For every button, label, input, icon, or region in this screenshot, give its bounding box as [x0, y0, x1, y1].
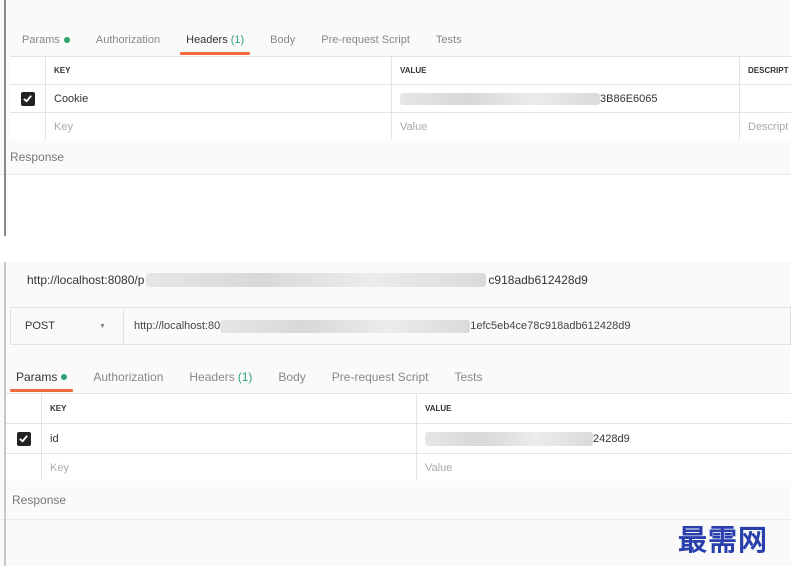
redacted-url-blur — [146, 273, 487, 287]
top-request-panel: Params Authorization Headers (1) Body Pr… — [0, 0, 791, 175]
tab-authorization[interactable]: Authorization — [93, 362, 163, 392]
key-input[interactable]: Key — [46, 113, 392, 140]
redacted-value-blur — [425, 431, 593, 446]
table-row: Cookie 3B86E6065 — [10, 85, 791, 113]
left-border-line — [4, 0, 6, 236]
tab-params[interactable]: Params — [22, 25, 70, 55]
column-header-description: DESCRIPT — [748, 66, 789, 75]
response-label: Response — [10, 150, 65, 164]
tab-pre-request-script[interactable]: Pre-request Script — [332, 362, 429, 392]
tab-label: Tests — [454, 370, 483, 384]
row-checkbox-cell — [6, 424, 42, 453]
tab-label: Pre-request Script — [321, 34, 410, 46]
left-border-line — [4, 262, 6, 566]
column-header-value: VALUE — [425, 404, 452, 413]
description-field[interactable] — [740, 85, 791, 112]
top-tabs: Params Authorization Headers (1) Body Pr… — [0, 25, 791, 55]
headers-count: (1) — [237, 370, 253, 384]
tab-label: Pre-request Script — [331, 370, 429, 384]
bottom-request-panel: http://localhost:8080/p c918adb612428d9 … — [0, 262, 791, 566]
key-field[interactable]: Cookie — [46, 85, 392, 112]
checkmark-icon — [23, 95, 32, 103]
value-visible-text: 2428d9 — [593, 432, 630, 445]
checkbox-column-header — [10, 57, 46, 84]
table-row: id 2428d9 — [6, 424, 791, 454]
response-section-header[interactable]: Response — [0, 140, 791, 175]
column-header-value: VALUE — [392, 57, 740, 84]
value-input[interactable]: Value — [392, 113, 740, 140]
tab-label: Params — [22, 34, 60, 46]
row-checkbox[interactable] — [20, 91, 35, 106]
tab-params[interactable]: Params — [9, 362, 74, 392]
url-title-left: http://localhost:8080/p — [27, 273, 145, 287]
tab-tests[interactable]: Tests — [436, 25, 462, 55]
request-bar: POST ▼ http://localhost:80 1efc5eb4ce78c… — [10, 307, 791, 345]
tab-authorization[interactable]: Authorization — [96, 25, 160, 55]
column-header-key: KEY — [42, 394, 417, 423]
column-header-key: KEY — [46, 57, 392, 84]
tab-label: Tests — [435, 34, 462, 46]
headers-table: KEY VALUE DESCRIPT Cookie 3B86E6065 Key … — [10, 56, 791, 141]
tab-headers[interactable]: Headers (1) — [189, 362, 252, 392]
watermark-logo: 最需网 — [678, 523, 769, 557]
row-checkbox-cell — [6, 454, 42, 481]
value-field[interactable]: 3B86E6065 — [392, 85, 740, 112]
params-table: KEY VALUE id 2428d9 Key Value — [6, 393, 791, 482]
table-row-empty: Key Value — [6, 454, 791, 482]
row-checkbox-cell — [10, 113, 46, 140]
tab-pre-request-script[interactable]: Pre-request Script — [321, 25, 410, 55]
description-input[interactable]: Descript — [740, 113, 791, 140]
key-field[interactable]: id — [42, 424, 417, 453]
value-visible-text: 3B86E6065 — [600, 92, 658, 105]
bottom-tabs: Params Authorization Headers (1) Body Pr… — [0, 362, 791, 392]
params-status-dot-icon — [61, 374, 68, 380]
url-input-left: http://localhost:80 — [134, 320, 221, 332]
row-checkbox-cell — [10, 85, 46, 112]
key-input[interactable]: Key — [42, 454, 417, 481]
url-input[interactable]: http://localhost:80 1efc5eb4ce78c918adb6… — [124, 308, 790, 344]
tab-label: Authorization — [95, 34, 161, 46]
method-label: POST — [25, 320, 55, 332]
table-header-row: KEY VALUE — [6, 394, 791, 424]
request-url-title: http://localhost:8080/p c918adb612428d9 — [27, 270, 588, 290]
tab-body[interactable]: Body — [278, 362, 305, 392]
response-label: Response — [12, 493, 67, 507]
url-input-right: 1efc5eb4ce78c918adb612428d9 — [470, 320, 631, 332]
tab-label: Headers — [189, 370, 235, 384]
value-input[interactable]: Value — [417, 454, 791, 481]
headers-count: (1) — [230, 34, 245, 46]
value-field[interactable]: 2428d9 — [417, 424, 791, 453]
redacted-value-blur — [400, 92, 600, 105]
chevron-down-icon: ▼ — [98, 322, 106, 330]
url-title-right: c918adb612428d9 — [488, 273, 588, 287]
checkbox-column-header — [6, 394, 42, 423]
tab-label: Headers — [186, 34, 228, 46]
table-header-row: KEY VALUE DESCRIPT — [10, 57, 791, 85]
method-select[interactable]: POST ▼ — [11, 308, 124, 344]
tab-label: Authorization — [93, 370, 164, 384]
tab-label: Body — [270, 34, 296, 46]
tab-tests[interactable]: Tests — [454, 362, 482, 392]
row-checkbox[interactable] — [16, 431, 31, 446]
params-status-dot-icon — [63, 37, 70, 43]
checkmark-icon — [19, 435, 28, 443]
redacted-url-input-blur — [220, 319, 471, 333]
response-section-header[interactable]: Response — [0, 481, 791, 520]
table-row-empty: Key Value Descript — [10, 113, 791, 141]
tab-label: Params — [16, 370, 58, 384]
tab-body[interactable]: Body — [270, 25, 295, 55]
tab-label: Body — [278, 370, 306, 384]
tab-headers[interactable]: Headers (1) — [180, 25, 251, 55]
